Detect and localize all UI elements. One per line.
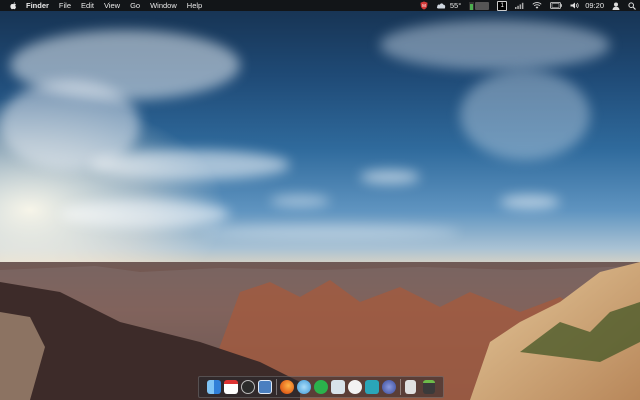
battery-widget-icon[interactable] (469, 0, 490, 11)
messages-icon[interactable] (348, 380, 362, 394)
wallpaper-cloud (90, 150, 290, 180)
wallpaper-cloud (460, 70, 590, 160)
wallpaper-cloud (270, 195, 330, 207)
itunes-icon[interactable] (297, 380, 311, 394)
menu-edit[interactable]: Edit (81, 0, 94, 11)
menu-go[interactable]: Go (130, 0, 140, 11)
desktop-wallpaper (0, 0, 640, 400)
user-icon[interactable] (612, 0, 620, 11)
dock-separator (400, 379, 401, 395)
menu-bar: Finder File Edit View Go Window Help M 5… (0, 0, 640, 11)
signal-bars-icon[interactable] (515, 0, 524, 11)
firefox-icon[interactable] (280, 380, 294, 394)
weather-temperature[interactable]: 55° (450, 0, 461, 11)
battery-icon[interactable] (550, 0, 563, 11)
menu-app-name[interactable]: Finder (26, 0, 49, 11)
clock-time[interactable]: 09:20 (585, 0, 604, 11)
trash-icon[interactable] (423, 380, 435, 394)
calendar-icon[interactable] (224, 380, 238, 394)
desktop-number-indicator[interactable]: 1 (497, 0, 508, 11)
spotify-icon[interactable] (314, 380, 328, 394)
weather-cloud-icon[interactable] (436, 0, 446, 11)
finder-icon[interactable] (207, 380, 221, 394)
document-icon[interactable] (405, 380, 416, 394)
preview-icon[interactable] (258, 380, 272, 394)
apple-icon[interactable] (9, 0, 18, 11)
clock-icon[interactable] (241, 380, 255, 394)
shield-icon[interactable]: M (420, 0, 428, 11)
mail-icon[interactable] (331, 380, 345, 394)
wallpaper-cloud (380, 20, 610, 70)
menu-view[interactable]: View (104, 0, 120, 11)
wallpaper-cloud (500, 195, 560, 209)
spotlight-search-icon[interactable] (628, 0, 636, 11)
dock (198, 376, 444, 398)
menu-window[interactable]: Window (150, 0, 177, 11)
dock-separator (276, 379, 277, 395)
wallpaper-cloud (360, 170, 420, 184)
status-area: M 55° 1 09:20 (412, 0, 636, 11)
svg-text:M: M (422, 3, 426, 8)
pen-icon[interactable] (382, 380, 396, 394)
menu-file[interactable]: File (59, 0, 71, 11)
wallpaper-cloud (200, 225, 460, 239)
wallpaper-cloud (60, 200, 230, 228)
volume-icon[interactable] (570, 0, 579, 11)
menu-help[interactable]: Help (187, 0, 202, 11)
wifi-icon[interactable] (532, 0, 542, 11)
vpn-shield-icon[interactable] (365, 380, 379, 394)
